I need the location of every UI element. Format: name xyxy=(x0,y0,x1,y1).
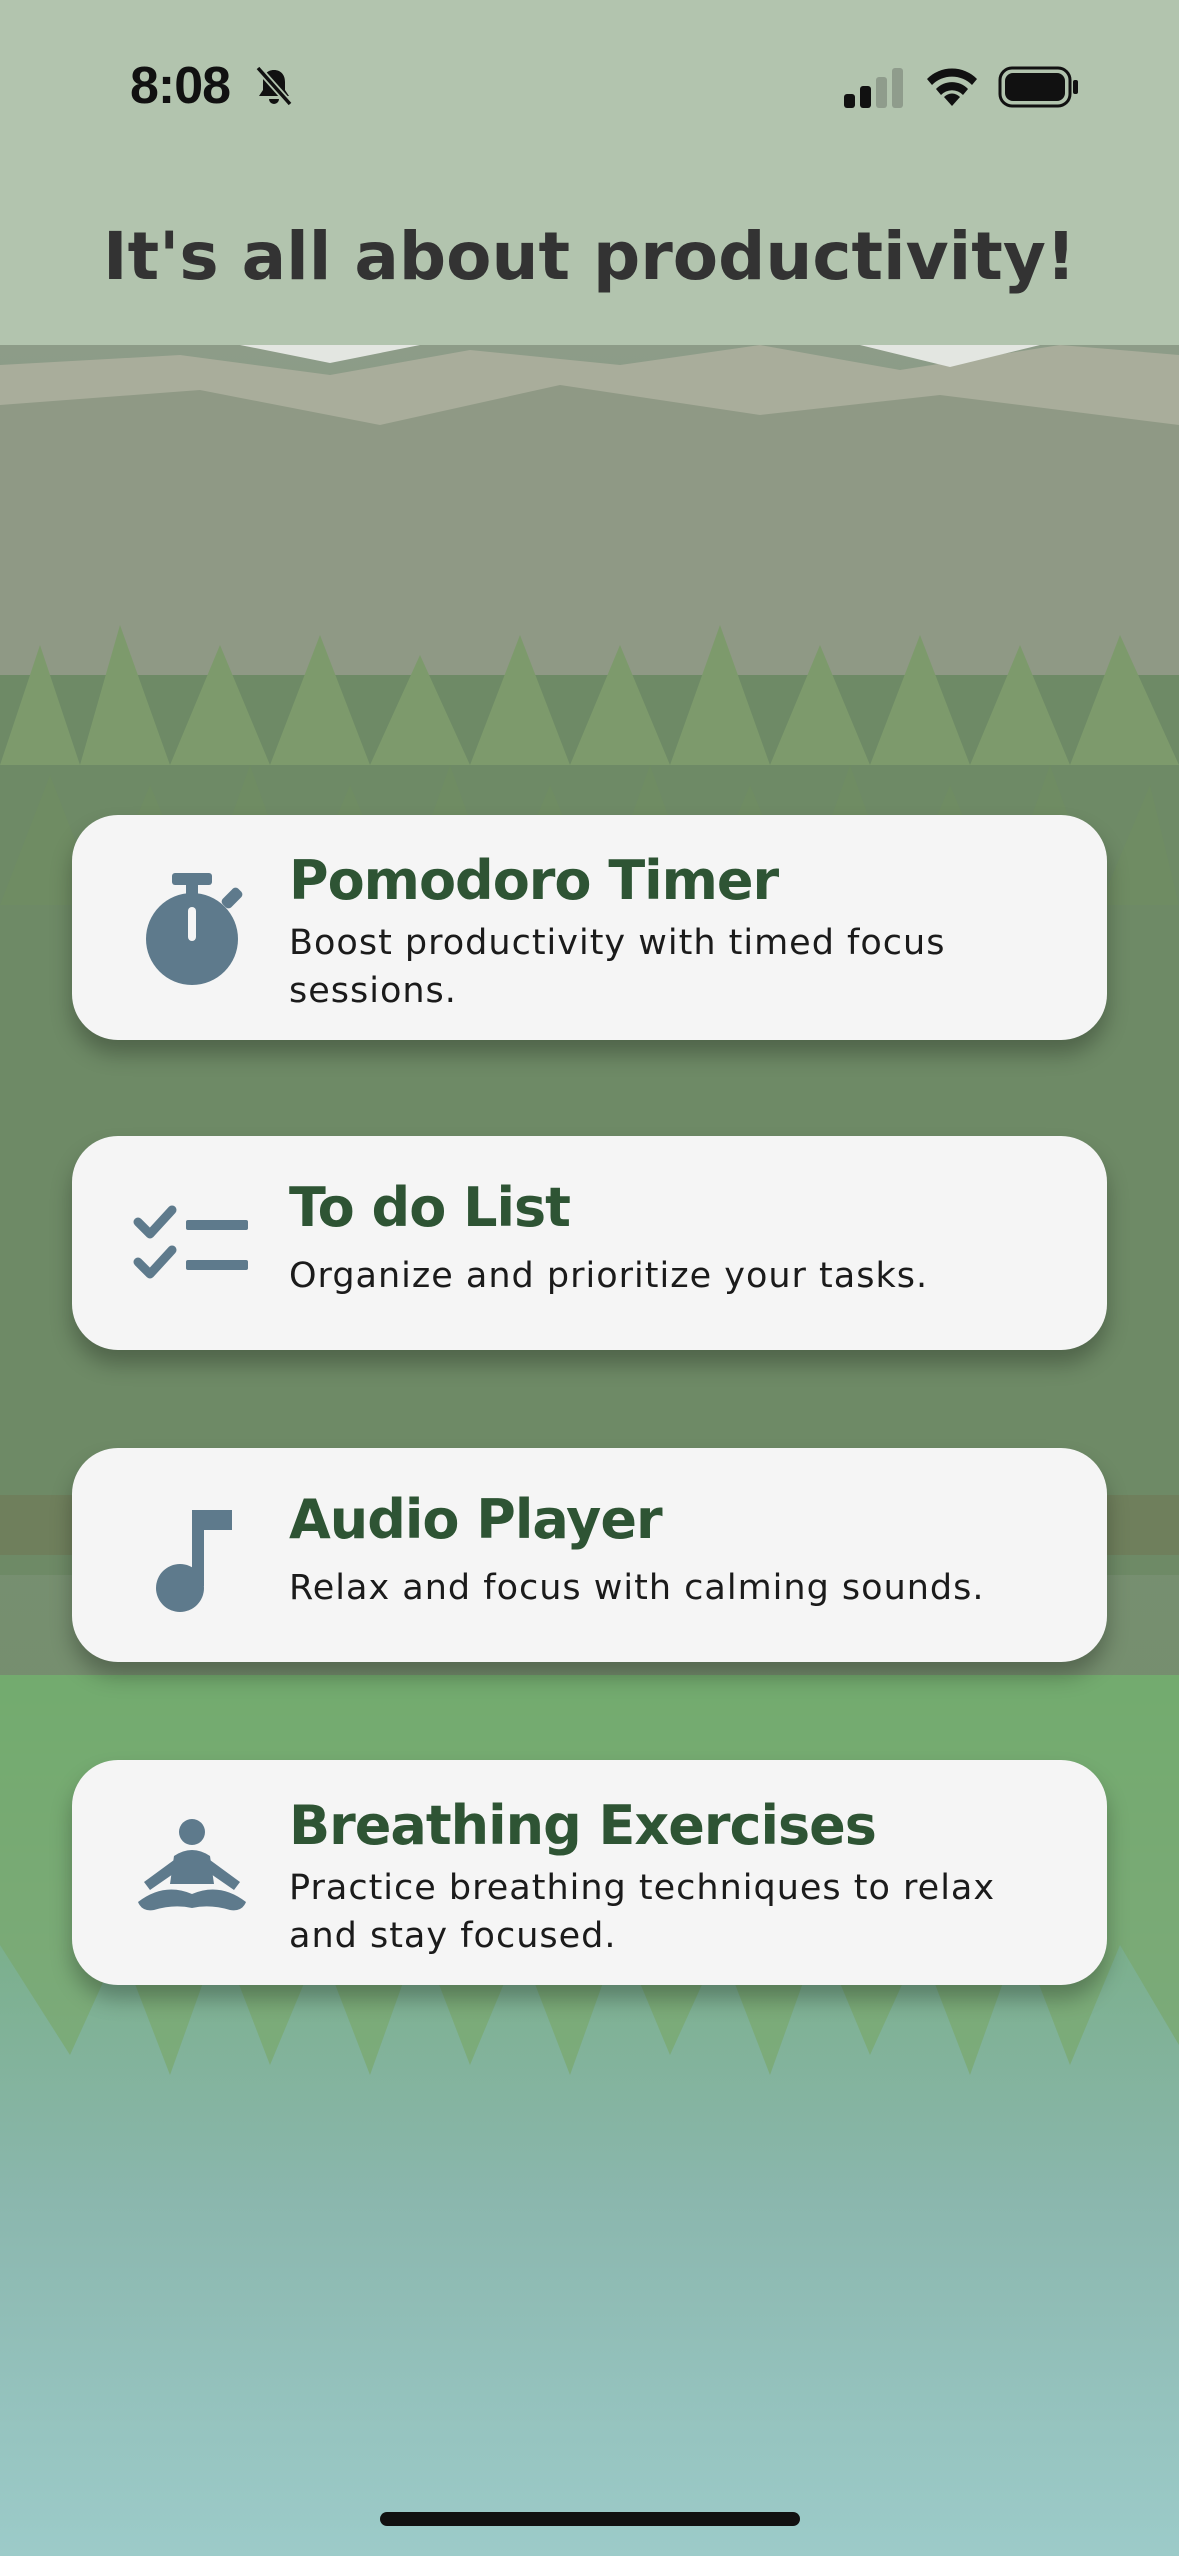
feature-card-audio-player[interactable]: Audio Player Relax and focus with calmin… xyxy=(72,1448,1107,1662)
cellular-signal-icon xyxy=(844,68,903,108)
card-description: Boost productivity with timed focus sess… xyxy=(289,923,946,1011)
card-title: Breathing Exercises xyxy=(289,1794,877,1857)
home-indicator[interactable] xyxy=(380,2512,800,2526)
page-title: It's all about productivity! xyxy=(103,218,1076,295)
card-description: Practice breathing techniques to relax a… xyxy=(289,1868,996,1956)
card-description: Organize and prioritize your tasks. xyxy=(289,1256,929,1296)
music-note-icon xyxy=(156,1510,232,1612)
bell-slash-icon xyxy=(255,65,293,107)
meditation-icon xyxy=(138,1819,246,1911)
app-header: 8:08 It's all about productivity! xyxy=(0,0,1179,345)
card-title: Audio Player xyxy=(289,1488,663,1551)
card-title: To do List xyxy=(289,1176,571,1239)
feature-card-breathing-exercises[interactable]: Breathing Exercises Practice breathing t… xyxy=(72,1760,1107,1985)
feature-card-pomodoro-timer[interactable]: Pomodoro Timer Boost productivity with t… xyxy=(72,815,1107,1040)
status-time: 8:08 xyxy=(130,57,231,115)
card-title: Pomodoro Timer xyxy=(289,849,779,912)
wifi-icon xyxy=(927,68,977,106)
battery-icon xyxy=(998,66,1078,108)
stopwatch-icon xyxy=(146,873,243,985)
card-description: Relax and focus with calming sounds. xyxy=(289,1568,985,1608)
feature-card-to-do-list[interactable]: To do List Organize and prioritize your … xyxy=(72,1136,1107,1350)
checklist-icon xyxy=(133,1205,248,1279)
